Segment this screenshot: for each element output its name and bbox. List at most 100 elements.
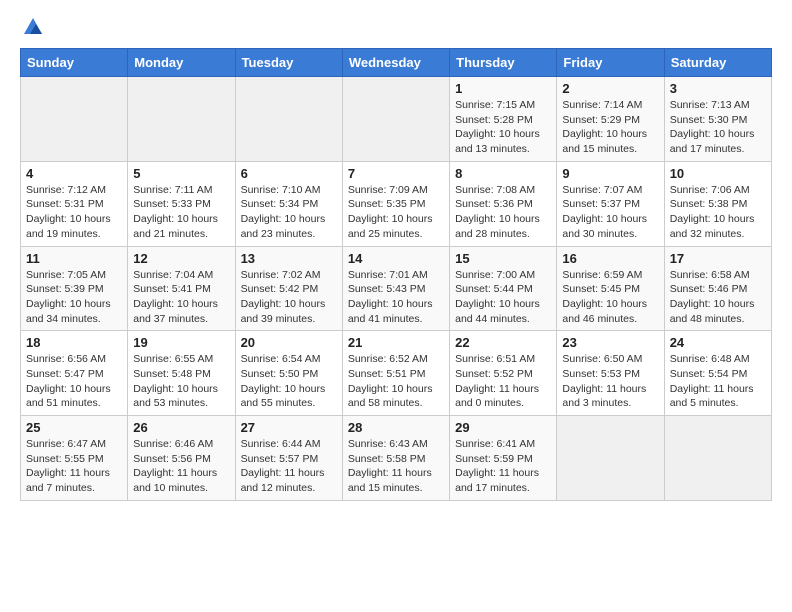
day-number: 5 (133, 166, 229, 181)
calendar-cell: 27 Sunrise: 6:44 AM Sunset: 5:57 PM Dayli… (235, 416, 342, 501)
calendar-week-row: 11 Sunrise: 7:05 AM Sunset: 5:39 PM Dayli… (21, 246, 772, 331)
column-header-tuesday: Tuesday (235, 49, 342, 77)
day-info: Sunrise: 6:43 AM Sunset: 5:58 PM Dayligh… (348, 437, 444, 496)
day-info: Sunrise: 6:52 AM Sunset: 5:51 PM Dayligh… (348, 352, 444, 411)
day-number: 17 (670, 251, 766, 266)
calendar-week-row: 4Sunrise: 7:12 AM Sunset: 5:31 PM Daylig… (21, 161, 772, 246)
day-info: Sunrise: 6:58 AM Sunset: 5:46 PM Dayligh… (670, 268, 766, 327)
calendar-cell: 20 Sunrise: 6:54 AM Sunset: 5:50 PM Dayli… (235, 331, 342, 416)
day-info: Sunrise: 6:54 AM Sunset: 5:50 PM Dayligh… (241, 352, 337, 411)
day-info: Sunrise: 7:00 AM Sunset: 5:44 PM Dayligh… (455, 268, 551, 327)
day-number: 2 (562, 81, 658, 96)
calendar-cell: 10 Sunrise: 7:06 AM Sunset: 5:38 PM Dayli… (664, 161, 771, 246)
column-header-thursday: Thursday (450, 49, 557, 77)
day-info: Sunrise: 6:44 AM Sunset: 5:57 PM Dayligh… (241, 437, 337, 496)
logo (20, 16, 44, 38)
calendar-cell (128, 77, 235, 162)
day-info: Sunrise: 7:08 AM Sunset: 5:36 PM Dayligh… (455, 183, 551, 242)
page-header (20, 16, 772, 38)
calendar-cell: 2 Sunrise: 7:14 AM Sunset: 5:29 PM Daylig… (557, 77, 664, 162)
day-info: Sunrise: 7:07 AM Sunset: 5:37 PM Dayligh… (562, 183, 658, 242)
calendar-cell (664, 416, 771, 501)
day-number: 9 (562, 166, 658, 181)
day-info: Sunrise: 7:09 AM Sunset: 5:35 PM Dayligh… (348, 183, 444, 242)
calendar-cell: 14 Sunrise: 7:01 AM Sunset: 5:43 PM Dayli… (342, 246, 449, 331)
calendar-cell: 19 Sunrise: 6:55 AM Sunset: 5:48 PM Dayli… (128, 331, 235, 416)
day-info: Sunrise: 7:13 AM Sunset: 5:30 PM Dayligh… (670, 98, 766, 157)
day-info: Sunrise: 6:56 AM Sunset: 5:47 PM Dayligh… (26, 352, 122, 411)
column-header-wednesday: Wednesday (342, 49, 449, 77)
day-number: 16 (562, 251, 658, 266)
day-info: Sunrise: 7:11 AM Sunset: 5:33 PM Dayligh… (133, 183, 229, 242)
day-info: Sunrise: 7:06 AM Sunset: 5:38 PM Dayligh… (670, 183, 766, 242)
day-number: 18 (26, 335, 122, 350)
day-info: Sunrise: 7:10 AM Sunset: 5:34 PM Dayligh… (241, 183, 337, 242)
day-number: 14 (348, 251, 444, 266)
calendar-cell: 21 Sunrise: 6:52 AM Sunset: 5:51 PM Dayli… (342, 331, 449, 416)
calendar-week-row: 18 Sunrise: 6:56 AM Sunset: 5:47 PM Dayli… (21, 331, 772, 416)
day-number: 6 (241, 166, 337, 181)
calendar-table: SundayMondayTuesdayWednesdayThursdayFrid… (20, 48, 772, 501)
day-info: Sunrise: 6:46 AM Sunset: 5:56 PM Dayligh… (133, 437, 229, 496)
calendar-cell: 9 Sunrise: 7:07 AM Sunset: 5:37 PM Daylig… (557, 161, 664, 246)
calendar-cell: 29 Sunrise: 6:41 AM Sunset: 5:59 PM Dayli… (450, 416, 557, 501)
day-info: Sunrise: 6:47 AM Sunset: 5:55 PM Dayligh… (26, 437, 122, 496)
day-number: 26 (133, 420, 229, 435)
column-header-sunday: Sunday (21, 49, 128, 77)
day-number: 20 (241, 335, 337, 350)
calendar-cell: 8 Sunrise: 7:08 AM Sunset: 5:36 PM Daylig… (450, 161, 557, 246)
calendar-cell: 4Sunrise: 7:12 AM Sunset: 5:31 PM Daylig… (21, 161, 128, 246)
day-number: 22 (455, 335, 551, 350)
column-header-monday: Monday (128, 49, 235, 77)
calendar-cell: 11 Sunrise: 7:05 AM Sunset: 5:39 PM Dayli… (21, 246, 128, 331)
day-info: Sunrise: 6:59 AM Sunset: 5:45 PM Dayligh… (562, 268, 658, 327)
calendar-cell: 22 Sunrise: 6:51 AM Sunset: 5:52 PM Dayli… (450, 331, 557, 416)
day-info: Sunrise: 6:51 AM Sunset: 5:52 PM Dayligh… (455, 352, 551, 411)
day-info: Sunrise: 6:41 AM Sunset: 5:59 PM Dayligh… (455, 437, 551, 496)
calendar-cell: 6 Sunrise: 7:10 AM Sunset: 5:34 PM Daylig… (235, 161, 342, 246)
day-number: 21 (348, 335, 444, 350)
day-number: 10 (670, 166, 766, 181)
day-number: 19 (133, 335, 229, 350)
calendar-cell: 16 Sunrise: 6:59 AM Sunset: 5:45 PM Dayli… (557, 246, 664, 331)
calendar-cell (235, 77, 342, 162)
day-info: Sunrise: 7:01 AM Sunset: 5:43 PM Dayligh… (348, 268, 444, 327)
calendar-week-row: 1 Sunrise: 7:15 AM Sunset: 5:28 PM Daylig… (21, 77, 772, 162)
calendar-cell: 15 Sunrise: 7:00 AM Sunset: 5:44 PM Dayli… (450, 246, 557, 331)
calendar-cell: 13 Sunrise: 7:02 AM Sunset: 5:42 PM Dayli… (235, 246, 342, 331)
calendar-header-row: SundayMondayTuesdayWednesdayThursdayFrid… (21, 49, 772, 77)
day-number: 25 (26, 420, 122, 435)
calendar-cell: 26 Sunrise: 6:46 AM Sunset: 5:56 PM Dayli… (128, 416, 235, 501)
calendar-cell: 7Sunrise: 7:09 AM Sunset: 5:35 PM Daylig… (342, 161, 449, 246)
day-number: 29 (455, 420, 551, 435)
calendar-cell: 18 Sunrise: 6:56 AM Sunset: 5:47 PM Dayli… (21, 331, 128, 416)
day-number: 15 (455, 251, 551, 266)
calendar-cell (21, 77, 128, 162)
day-number: 11 (26, 251, 122, 266)
day-info: Sunrise: 7:15 AM Sunset: 5:28 PM Dayligh… (455, 98, 551, 157)
calendar-cell: 28 Sunrise: 6:43 AM Sunset: 5:58 PM Dayli… (342, 416, 449, 501)
day-number: 24 (670, 335, 766, 350)
day-info: Sunrise: 6:50 AM Sunset: 5:53 PM Dayligh… (562, 352, 658, 411)
day-number: 13 (241, 251, 337, 266)
day-info: Sunrise: 6:48 AM Sunset: 5:54 PM Dayligh… (670, 352, 766, 411)
day-number: 28 (348, 420, 444, 435)
day-number: 3 (670, 81, 766, 96)
calendar-week-row: 25 Sunrise: 6:47 AM Sunset: 5:55 PM Dayli… (21, 416, 772, 501)
day-info: Sunrise: 7:14 AM Sunset: 5:29 PM Dayligh… (562, 98, 658, 157)
calendar-cell: 24 Sunrise: 6:48 AM Sunset: 5:54 PM Dayli… (664, 331, 771, 416)
calendar-cell: 1 Sunrise: 7:15 AM Sunset: 5:28 PM Daylig… (450, 77, 557, 162)
day-number: 23 (562, 335, 658, 350)
day-info: Sunrise: 7:05 AM Sunset: 5:39 PM Dayligh… (26, 268, 122, 327)
day-number: 12 (133, 251, 229, 266)
calendar-cell: 3 Sunrise: 7:13 AM Sunset: 5:30 PM Daylig… (664, 77, 771, 162)
day-info: Sunrise: 7:02 AM Sunset: 5:42 PM Dayligh… (241, 268, 337, 327)
calendar-cell (557, 416, 664, 501)
column-header-friday: Friday (557, 49, 664, 77)
day-number: 8 (455, 166, 551, 181)
day-number: 1 (455, 81, 551, 96)
day-info: Sunrise: 7:12 AM Sunset: 5:31 PM Dayligh… (26, 183, 122, 242)
day-number: 27 (241, 420, 337, 435)
day-info: Sunrise: 6:55 AM Sunset: 5:48 PM Dayligh… (133, 352, 229, 411)
column-header-saturday: Saturday (664, 49, 771, 77)
